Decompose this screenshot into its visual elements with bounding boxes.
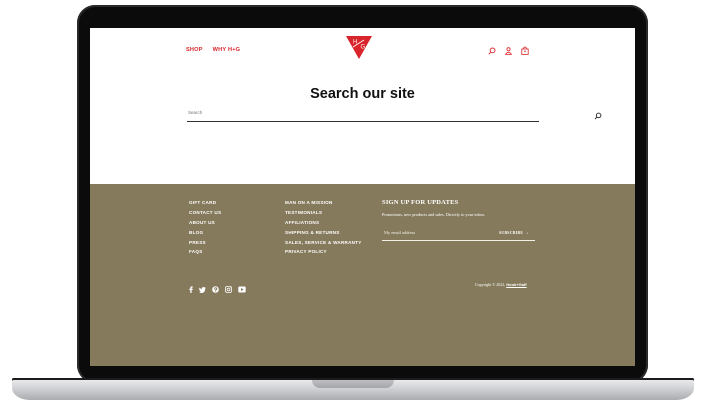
- signup-heading: SIGN UP FOR UPDATES: [382, 199, 459, 206]
- footer-link-testimonials[interactable]: TESTIMONIALS: [285, 210, 362, 216]
- footer-links-col1: GIFT CARD CONTACT US ABOUT US BLOG PRESS…: [189, 200, 221, 255]
- footer-link-faqs[interactable]: FAQS: [189, 249, 221, 255]
- footer-link-shipping[interactable]: SHIPPING & RETURNS: [285, 230, 362, 236]
- header-icons: [488, 42, 529, 60]
- search-submit-icon[interactable]: [594, 107, 604, 120]
- laptop-opening-notch: [312, 380, 394, 388]
- search-input[interactable]: [188, 106, 488, 118]
- site-footer: GIFT CARD CONTACT US ABOUT US BLOG PRESS…: [90, 184, 635, 366]
- account-icon[interactable]: [504, 42, 513, 60]
- nav-shop[interactable]: SHOP: [186, 47, 203, 53]
- footer-link-warranty[interactable]: SALES, SERVICE & WARRANTY: [285, 240, 362, 246]
- pinterest-icon[interactable]: [212, 280, 219, 298]
- main-nav: SHOP WHY H+G: [186, 47, 240, 53]
- search-form: [187, 105, 602, 122]
- email-field[interactable]: [384, 230, 484, 235]
- logo-letter-h: H: [353, 40, 357, 46]
- footer-links-col2: MAN ON A MISSION TESTIMONIALS AFFILIATIO…: [285, 200, 362, 255]
- copyright-text: Copyright © 2022,: [475, 282, 506, 287]
- nav-why-hg[interactable]: WHY H+G: [213, 47, 241, 53]
- brand-logo[interactable]: H G: [343, 34, 375, 60]
- cart-icon[interactable]: [521, 42, 529, 60]
- footer-link-contact[interactable]: CONTACT US: [189, 210, 221, 216]
- footer-link-press[interactable]: PRESS: [189, 240, 221, 246]
- facebook-icon[interactable]: [189, 280, 193, 298]
- search-icon[interactable]: [488, 42, 496, 60]
- logo-letter-g: G: [360, 45, 365, 51]
- instagram-icon[interactable]: [225, 280, 232, 298]
- twitter-icon[interactable]: [199, 280, 206, 298]
- newsletter-form: SUBSCRIBE ›: [382, 227, 535, 241]
- footer-link-affiliations[interactable]: AFFILIATIONS: [285, 220, 362, 226]
- footer-link-about[interactable]: ABOUT US: [189, 220, 221, 226]
- footer-link-blog[interactable]: BLOG: [189, 230, 221, 236]
- page-title: Search our site: [310, 86, 415, 102]
- subscribe-label: SUBSCRIBE: [499, 231, 524, 235]
- footer-link-mission[interactable]: MAN ON A MISSION: [285, 200, 362, 206]
- footer-link-gift-card[interactable]: GIFT CARD: [189, 200, 221, 206]
- chevron-right-icon: ›: [526, 231, 529, 235]
- browser-viewport: SHOP WHY H+G H G Search our site GIFT CA…: [90, 28, 635, 366]
- subscribe-button[interactable]: SUBSCRIBE ›: [499, 231, 529, 235]
- footer-link-privacy[interactable]: PRIVACY POLICY: [285, 249, 362, 255]
- copyright-brand-link[interactable]: Hook+Gaff: [506, 282, 526, 287]
- copyright: Copyright © 2022, Hook+Gaff: [475, 282, 527, 287]
- youtube-icon[interactable]: [238, 280, 246, 298]
- signup-description: Promotions, new products and sales. Dire…: [382, 212, 486, 217]
- social-links: [189, 280, 246, 298]
